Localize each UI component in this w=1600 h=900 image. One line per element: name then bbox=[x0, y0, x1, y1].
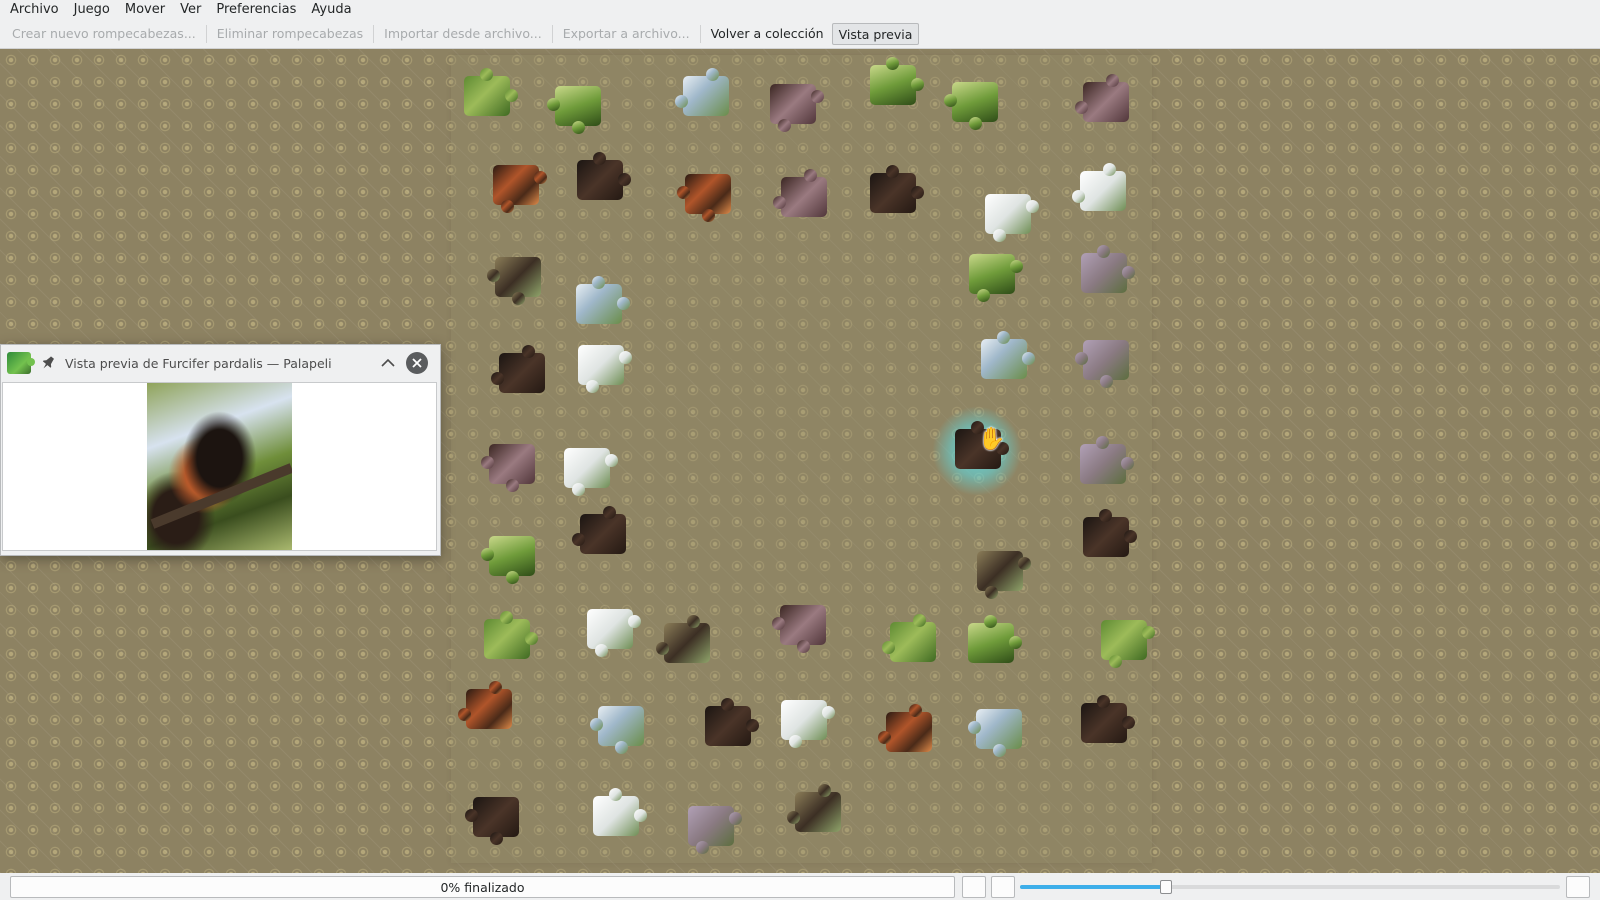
puzzle-piece[interactable] bbox=[458, 681, 512, 729]
puzzle-piece[interactable] bbox=[968, 709, 1022, 757]
zoom-slider-fill bbox=[1020, 885, 1166, 889]
puzzle-piece[interactable] bbox=[770, 84, 824, 132]
puzzle-piece[interactable] bbox=[487, 257, 541, 305]
toolbar-separator bbox=[373, 25, 375, 43]
back-to-collection-button[interactable]: Volver a colección bbox=[705, 23, 830, 45]
puzzle-piece[interactable] bbox=[870, 57, 924, 105]
preview-window[interactable]: Vista previa de Furcifer pardalis — Pala… bbox=[0, 344, 441, 556]
puzzle-piece[interactable] bbox=[675, 68, 729, 116]
menu-juego[interactable]: Juego bbox=[69, 0, 115, 20]
puzzle-piece[interactable] bbox=[572, 506, 626, 554]
menu-preferencias[interactable]: Preferencias bbox=[211, 0, 301, 20]
menu-ver[interactable]: Ver bbox=[175, 0, 206, 20]
puzzle-piece[interactable] bbox=[464, 68, 518, 116]
menu-bar: Archivo Juego Mover Ver Preferencias Ayu… bbox=[0, 0, 1600, 20]
zoom-in-button[interactable] bbox=[1566, 876, 1590, 898]
chevron-up-icon[interactable] bbox=[376, 351, 400, 375]
puzzle-piece[interactable] bbox=[484, 611, 538, 659]
puzzle-piece[interactable] bbox=[1081, 245, 1135, 293]
pin-icon[interactable] bbox=[41, 355, 55, 371]
create-puzzle-button[interactable]: Crear nuevo rompecabezas... bbox=[6, 23, 202, 45]
zoom-fit-button[interactable] bbox=[991, 876, 1015, 898]
puzzle-piece[interactable] bbox=[981, 331, 1035, 379]
toolbar: Crear nuevo rompecabezas... Eliminar rom… bbox=[0, 20, 1600, 49]
puzzle-piece[interactable] bbox=[772, 605, 826, 653]
menu-archivo[interactable]: Archivo bbox=[5, 0, 64, 20]
export-button[interactable]: Exportar a archivo... bbox=[557, 23, 696, 45]
puzzle-piece[interactable] bbox=[882, 614, 936, 662]
zoom-slider[interactable] bbox=[1020, 885, 1560, 889]
menu-ayuda[interactable]: Ayuda bbox=[306, 0, 356, 20]
puzzle-piece[interactable] bbox=[1080, 436, 1134, 484]
puzzle-piece[interactable] bbox=[773, 169, 827, 217]
puzzle-piece[interactable] bbox=[564, 448, 618, 496]
puzzle-piece[interactable] bbox=[1081, 695, 1135, 743]
toolbar-separator bbox=[699, 25, 701, 43]
puzzle-piece[interactable] bbox=[576, 276, 630, 324]
puzzle-piece[interactable] bbox=[787, 784, 841, 832]
puzzle-preview-image bbox=[147, 383, 292, 550]
toolbar-separator bbox=[551, 25, 553, 43]
zoom-out-button[interactable] bbox=[962, 876, 986, 898]
preview-titlebar[interactable]: Vista previa de Furcifer pardalis — Pala… bbox=[1, 345, 440, 381]
puzzle-piece[interactable] bbox=[781, 700, 835, 748]
puzzle-piece[interactable] bbox=[985, 194, 1039, 242]
puzzle-piece[interactable] bbox=[977, 551, 1031, 599]
puzzle-piece[interactable] bbox=[968, 615, 1022, 663]
puzzle-piece[interactable] bbox=[944, 82, 998, 130]
toolbar-separator bbox=[205, 25, 207, 43]
progress-bar: 0% finalizado bbox=[10, 876, 955, 898]
progress-text: 0% finalizado bbox=[440, 879, 525, 895]
import-button[interactable]: Importar desde archivo... bbox=[378, 23, 548, 45]
puzzle-piece[interactable] bbox=[577, 152, 631, 200]
preview-toggle-button[interactable]: Vista previa bbox=[831, 23, 920, 45]
status-bar: 0% finalizado bbox=[0, 873, 1600, 900]
delete-puzzle-button[interactable]: Eliminar rompecabezas bbox=[211, 23, 369, 45]
puzzle-piece[interactable] bbox=[590, 706, 644, 754]
puzzle-piece[interactable] bbox=[1083, 509, 1137, 557]
puzzle-piece[interactable] bbox=[1075, 74, 1129, 122]
puzzle-piece[interactable] bbox=[491, 345, 545, 393]
menu-mover[interactable]: Mover bbox=[120, 0, 170, 20]
puzzle-piece[interactable] bbox=[656, 615, 710, 663]
puzzle-piece[interactable] bbox=[481, 536, 535, 584]
puzzle-piece[interactable] bbox=[1101, 620, 1155, 668]
puzzle-piece[interactable] bbox=[870, 165, 924, 213]
zoom-slider-handle[interactable] bbox=[1159, 880, 1172, 894]
puzzle-piece[interactable] bbox=[705, 698, 759, 746]
preview-window-title: Vista previa de Furcifer pardalis — Pala… bbox=[65, 355, 332, 371]
puzzle-piece[interactable] bbox=[547, 86, 601, 134]
hand-cursor-icon: ✋ bbox=[978, 427, 1006, 452]
puzzle-piece[interactable] bbox=[593, 788, 647, 836]
puzzle-piece[interactable] bbox=[677, 174, 731, 222]
puzzle-piece[interactable] bbox=[878, 704, 932, 752]
close-icon[interactable] bbox=[406, 352, 428, 374]
puzzle-piece[interactable] bbox=[969, 254, 1023, 302]
puzzle-piece[interactable] bbox=[587, 609, 641, 657]
puzzle-piece[interactable] bbox=[1075, 340, 1129, 388]
puzzle-piece[interactable] bbox=[481, 444, 535, 492]
puzzle-piece[interactable] bbox=[688, 806, 742, 854]
puzzle-piece[interactable] bbox=[1072, 163, 1126, 211]
palapeli-icon bbox=[7, 352, 35, 374]
preview-panel bbox=[2, 382, 437, 551]
puzzle-piece[interactable] bbox=[578, 345, 632, 393]
puzzle-piece[interactable] bbox=[465, 797, 519, 845]
puzzle-piece[interactable] bbox=[493, 165, 547, 213]
